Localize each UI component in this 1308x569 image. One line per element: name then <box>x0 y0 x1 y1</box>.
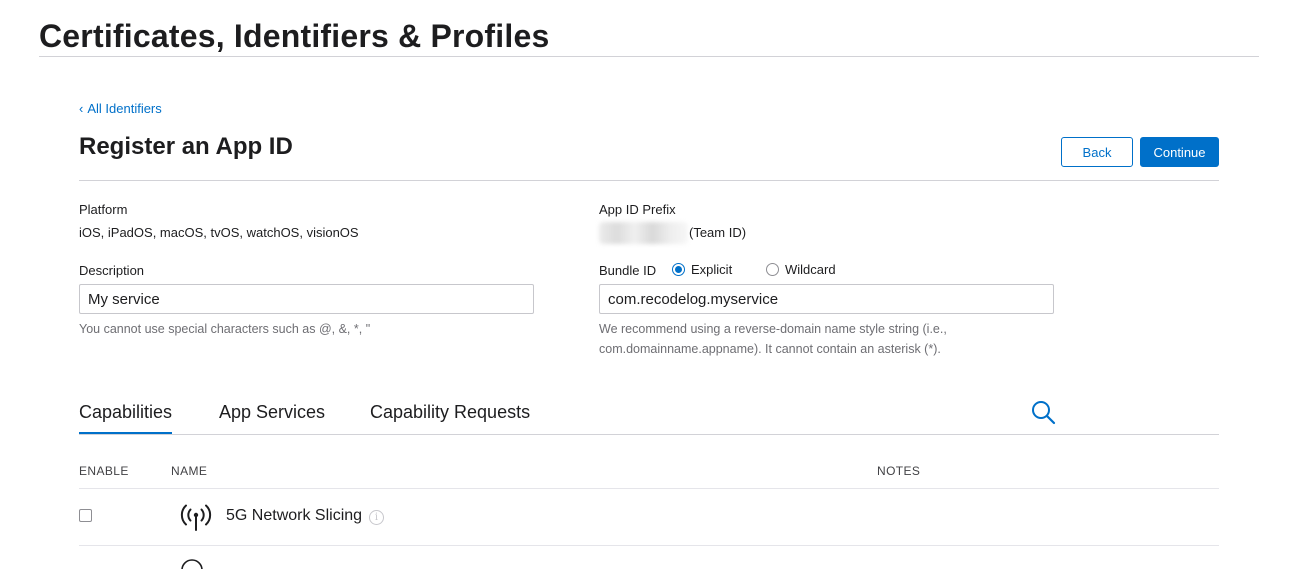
description-input[interactable] <box>79 284 534 314</box>
all-identifiers-label: All Identifiers <box>87 101 162 116</box>
all-identifiers-link[interactable]: ‹ All Identifiers <box>79 101 162 116</box>
continue-button[interactable]: Continue <box>1140 137 1219 167</box>
platform-value: iOS, iPadOS, macOS, tvOS, watchOS, visio… <box>79 225 359 240</box>
app-id-prefix-label: App ID Prefix <box>599 202 676 217</box>
search-icon[interactable] <box>1030 399 1056 425</box>
capability-name: 5G Network Slicing <box>226 507 363 524</box>
bundle-id-input[interactable] <box>599 284 1054 314</box>
tab-capabilities[interactable]: Capabilities <box>79 402 173 434</box>
page-title: Certificates, Identifiers & Profiles <box>39 18 550 54</box>
bundle-id-hint-line-2: com.domainname.appname). It cannot conta… <box>599 342 941 356</box>
tab-app-services[interactable]: App Services <box>219 402 325 434</box>
redacted-team-id <box>599 222 688 244</box>
description-hint: You cannot use special characters such a… <box>79 322 371 336</box>
description-label: Description <box>79 263 145 278</box>
back-button[interactable]: Back <box>1061 137 1133 167</box>
platform-label: Platform <box>79 202 128 217</box>
notes-column-header: NOTES <box>877 464 921 478</box>
enable-column-header: ENABLE <box>79 464 129 478</box>
team-id-suffix: (Team ID) <box>689 225 747 240</box>
tab-capability-requests[interactable]: Capability Requests <box>370 402 530 434</box>
name-column-header: NAME <box>171 464 208 478</box>
form-divider <box>79 180 1219 181</box>
page-header: Certificates, Identifiers & Profiles <box>39 16 1259 57</box>
next-capability-icon <box>181 559 203 569</box>
table-header-divider <box>79 488 1219 489</box>
antenna-icon <box>180 504 212 531</box>
wildcard-label: Wildcard <box>785 262 836 277</box>
bundle-id-label: Bundle ID <box>599 263 657 278</box>
bundle-id-hint-line-1: We recommend using a reverse-domain name… <box>599 322 947 336</box>
info-icon[interactable]: i <box>369 510 384 525</box>
form-title: Register an App ID <box>79 133 293 160</box>
enable-checkbox[interactable] <box>79 509 92 522</box>
bundle-explicit-option[interactable]: Explicit <box>672 262 732 277</box>
explicit-radio[interactable] <box>672 263 685 276</box>
chevron-left-icon: ‹ <box>79 101 84 116</box>
bundle-wildcard-option[interactable]: Wildcard <box>766 262 836 277</box>
explicit-label: Explicit <box>691 262 733 277</box>
wildcard-radio[interactable] <box>766 263 779 276</box>
table-row-divider <box>79 545 1219 546</box>
